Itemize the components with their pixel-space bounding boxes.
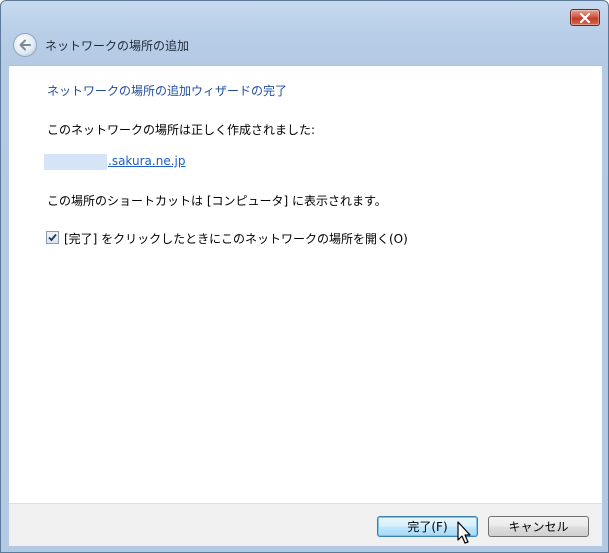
back-arrow-icon	[19, 39, 31, 51]
wizard-window: ネットワークの場所の追加 ネットワークの場所の追加ウィザードの完了 このネットワ…	[0, 0, 609, 553]
cancel-button[interactable]: キャンセル	[488, 516, 589, 537]
created-message: このネットワークの場所は正しく作成されました:	[47, 123, 316, 137]
shortcut-message: この場所のショートカットは [コンピュータ] に表示されます。	[47, 194, 387, 208]
open-location-checkbox[interactable]	[46, 231, 59, 244]
back-button[interactable]	[13, 33, 37, 57]
redacted-hostname	[44, 154, 107, 170]
network-location-link[interactable]: .sakura.ne.jp	[108, 154, 185, 168]
wizard-heading: ネットワークの場所の追加ウィザードの完了	[47, 84, 288, 98]
mouse-cursor-icon	[457, 521, 471, 544]
close-button[interactable]	[570, 9, 600, 26]
wizard-content: ネットワークの場所の追加ウィザードの完了 このネットワークの場所は正しく作成され…	[9, 65, 602, 503]
open-location-checkbox-label[interactable]: [完了] をクリックしたときにこのネットワークの場所を開く(O)	[64, 230, 408, 247]
button-bar: 完了(F) キャンセル	[9, 503, 602, 546]
finish-button-label: 完了(F)	[407, 520, 448, 534]
close-icon	[579, 12, 591, 23]
window-title: ネットワークの場所の追加	[45, 39, 190, 53]
cancel-button-label: キャンセル	[508, 520, 569, 534]
checkmark-icon	[48, 233, 57, 242]
